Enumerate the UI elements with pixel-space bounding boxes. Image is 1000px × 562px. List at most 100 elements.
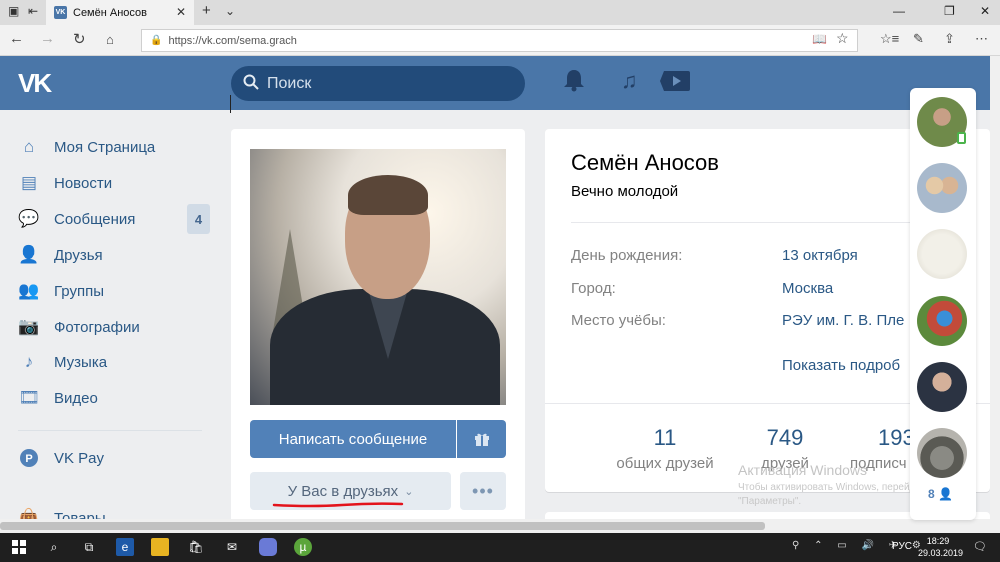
address-bar-row: ← → ↻ ⌂ 🔒 https://vk.com/sema.grach 📖 ☆ … <box>0 25 1000 56</box>
followers-count[interactable]: 193 <box>852 425 910 451</box>
city-value[interactable]: Москва <box>782 280 833 297</box>
city-label: Город: <box>571 280 616 297</box>
online-friends-count[interactable]: 8 👤 <box>928 487 953 501</box>
film-icon: 🎞 <box>18 388 40 407</box>
reading-view-icon[interactable]: 📖 <box>812 32 827 46</box>
close-window-icon[interactable]: ✕ <box>980 4 990 18</box>
person-icon: 👤 <box>18 245 40 264</box>
browser-tab[interactable]: VK Семён Аносов ✕ <box>46 0 194 25</box>
menu-label: Новости <box>54 174 113 192</box>
task-view-icon[interactable]: ⧉ <box>80 538 98 556</box>
online-friends-number: 8 <box>928 487 935 501</box>
vk-header: VK Поиск ♫ <box>0 56 990 110</box>
mail-icon[interactable]: ✉ <box>223 538 241 556</box>
profile-status[interactable]: Вечно молодой <box>571 183 678 200</box>
person-icon: 👤 <box>938 487 953 501</box>
home-icon: ⌂ <box>23 137 35 156</box>
video-play-icon[interactable] <box>660 67 692 101</box>
menu-label: Фотографии <box>54 318 140 336</box>
back-icon[interactable]: ← <box>9 30 24 47</box>
menu-item-music[interactable]: ♪ Музыка <box>18 347 218 377</box>
search-input[interactable]: Поиск <box>231 66 525 101</box>
clock-time: 18:29 <box>926 536 950 546</box>
vkpay-icon: P <box>18 447 40 469</box>
horizontal-scroll-thumb[interactable] <box>0 522 765 530</box>
camera-icon: 📷 <box>18 317 40 336</box>
share-icon[interactable]: ⇪ <box>944 31 955 47</box>
more-icon[interactable]: ⋯ <box>975 31 988 47</box>
store-icon[interactable]: 🛍 <box>187 538 205 556</box>
mutual-friends-label[interactable]: общих друзей <box>605 455 725 472</box>
friend-avatar[interactable] <box>917 163 967 213</box>
vertical-scrollbar[interactable] <box>990 56 1000 533</box>
red-underline-annotation <box>272 502 404 508</box>
write-message-button[interactable]: Написать сообщение <box>250 420 456 458</box>
edge-browser-icon[interactable]: e <box>116 538 134 556</box>
url-text: https://vk.com/sema.grach <box>168 34 297 47</box>
education-value[interactable]: РЭУ им. Г. В. Пле <box>782 312 910 329</box>
menu-item-news[interactable]: ▤ Новости <box>18 168 218 198</box>
messages-count-badge[interactable]: 4 <box>187 204 210 234</box>
activation-watermark-title: Активация Windows <box>738 462 868 478</box>
menu-item-my-page[interactable]: ⌂ Моя Страница <box>18 132 218 162</box>
menu-divider <box>18 430 202 431</box>
windows-start-icon[interactable] <box>10 538 28 556</box>
music-icon: ♪ <box>24 352 34 371</box>
menu-label: Сообщения <box>54 210 136 228</box>
mutual-friends-count[interactable]: 11 <box>610 425 720 451</box>
friend-avatar[interactable] <box>917 428 967 478</box>
url-input[interactable]: 🔒 https://vk.com/sema.grach <box>141 29 858 52</box>
clock[interactable]: 18:29 29.03.2019 <box>918 535 964 559</box>
more-actions-button[interactable]: ••• <box>460 472 506 510</box>
birthday-label: День рождения: <box>571 247 683 264</box>
file-explorer-icon[interactable] <box>151 538 169 556</box>
vk-favicon-icon: VK <box>54 6 67 19</box>
show-details-link[interactable]: Показать подроб <box>782 357 910 374</box>
menu-label: VK Pay <box>54 449 105 467</box>
menu-item-vk-pay[interactable]: P VK Pay <box>18 443 218 473</box>
tab-switch-icon[interactable]: ▣ <box>8 4 19 18</box>
music-note-icon[interactable]: ♫ <box>621 68 638 94</box>
back-tab-icon[interactable]: ⇤ <box>28 4 38 18</box>
birthday-value[interactable]: 13 октября <box>782 247 858 264</box>
favorites-list-icon[interactable]: ☆≡ <box>880 31 899 47</box>
minimize-icon[interactable]: — <box>893 4 905 18</box>
search-icon <box>243 74 259 94</box>
search-icon[interactable]: ⌕ <box>45 538 63 556</box>
menu-item-photos[interactable]: 📷 Фотографии <box>18 312 218 342</box>
gift-icon[interactable] <box>457 420 506 458</box>
pen-icon[interactable]: ✎ <box>913 31 924 47</box>
notifications-icon[interactable]: 🗨 <box>973 540 987 553</box>
menu-item-video[interactable]: 🎞 Видео <box>18 383 218 413</box>
svg-text:P: P <box>25 453 32 465</box>
vk-logo[interactable]: VK <box>18 68 62 98</box>
menu-label: Видео <box>54 389 98 407</box>
tab-title: Семён Аносов <box>73 6 147 19</box>
menu-item-friends[interactable]: 👤 Друзья <box>18 240 218 270</box>
bell-icon[interactable] <box>563 68 585 98</box>
chat-icon: 💬 <box>18 209 40 228</box>
utorrent-icon[interactable]: µ <box>294 538 312 556</box>
close-tab-icon[interactable]: ✕ <box>176 5 186 19</box>
clock-date: 29.03.2019 <box>918 548 964 558</box>
menu-label: Моя Страница <box>54 138 156 156</box>
friend-avatar[interactable] <box>917 362 967 412</box>
mobile-online-icon <box>957 132 966 144</box>
menu-item-groups[interactable]: 👥 Группы <box>18 276 218 306</box>
friend-avatar[interactable] <box>917 296 967 346</box>
keyboard-language[interactable]: РУС <box>892 541 912 552</box>
chevron-down-icon: ⌄ <box>404 485 414 498</box>
refresh-icon[interactable]: ↻ <box>73 30 86 48</box>
friends-count[interactable]: 749 <box>730 425 840 451</box>
forward-icon[interactable]: → <box>40 30 55 47</box>
tab-dropdown-icon[interactable]: ⌄ <box>225 4 235 18</box>
discord-icon[interactable] <box>259 538 277 556</box>
profile-avatar[interactable] <box>250 149 506 405</box>
friends-status-label: У Вас в друзьях <box>287 482 399 500</box>
home-icon[interactable]: ⌂ <box>106 32 114 47</box>
friend-avatar[interactable] <box>917 229 967 279</box>
new-tab-icon[interactable]: + <box>202 2 211 19</box>
favorite-star-icon[interactable]: ☆ <box>836 30 849 47</box>
group-icon: 👥 <box>18 281 40 300</box>
maximize-icon[interactable]: ❐ <box>944 4 955 18</box>
